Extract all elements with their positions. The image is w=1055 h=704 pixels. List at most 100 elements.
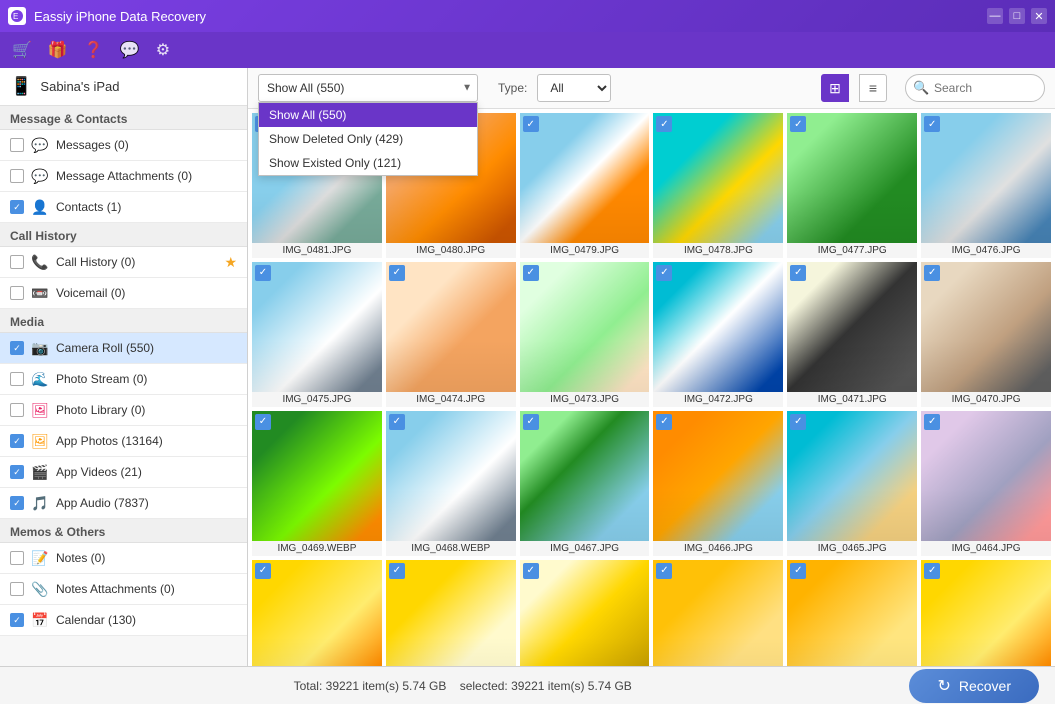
chat-icon-btn[interactable]: 💬 bbox=[120, 40, 140, 60]
photo-check[interactable]: ✓ bbox=[656, 414, 672, 430]
cart-icon-btn[interactable]: 🛒 bbox=[12, 40, 32, 60]
photo-check[interactable]: ✓ bbox=[389, 414, 405, 430]
sidebar-item-notes-attachments[interactable]: 📎 Notes Attachments (0) bbox=[0, 574, 247, 605]
recover-button[interactable]: ↻ Recover bbox=[909, 669, 1039, 703]
photo-item[interactable]: ✓IMG_0475.JPG bbox=[252, 262, 382, 407]
type-dropdown-container: All JPG PNG WEBP bbox=[537, 74, 611, 102]
sidebar-item-notes[interactable]: 📝 Notes (0) bbox=[0, 543, 247, 574]
photo-check[interactable]: ✓ bbox=[389, 563, 405, 579]
notes-checkbox[interactable] bbox=[10, 551, 24, 565]
photo-item[interactable]: ✓ IMG_0465.JPG bbox=[787, 411, 917, 556]
recover-label: Recover bbox=[959, 678, 1011, 694]
photo-item[interactable]: ✓IMG_0461.JPG bbox=[520, 560, 650, 666]
type-dropdown[interactable]: All JPG PNG WEBP bbox=[537, 74, 611, 102]
sidebar-item-messages[interactable]: 💬 Messages (0) bbox=[0, 130, 247, 161]
sidebar-item-photo-library[interactable]: 🖼 Photo Library (0) bbox=[0, 395, 247, 426]
photo-check[interactable]: ✓ bbox=[656, 563, 672, 579]
settings-icon-btn[interactable]: ⚙ bbox=[156, 40, 170, 60]
photo-item[interactable]: ✓IMG_0464.JPG bbox=[921, 411, 1051, 556]
photo-check[interactable]: ✓ bbox=[924, 414, 940, 430]
photo-name: IMG_0477.JPG bbox=[787, 243, 917, 258]
filter-dropdown[interactable]: Show All (550) Show Deleted Only (429) S… bbox=[258, 74, 478, 102]
call-history-checkbox[interactable] bbox=[10, 255, 24, 269]
app-audio-checkbox[interactable]: ✓ bbox=[10, 496, 24, 510]
sidebar-item-call-history[interactable]: 📞 Call History (0) ★ bbox=[0, 247, 247, 278]
sidebar-item-app-videos[interactable]: ✓ 🎬 App Videos (21) bbox=[0, 457, 247, 488]
photo-check[interactable]: ✓ bbox=[656, 116, 672, 132]
sidebar-item-voicemail[interactable]: 📼 Voicemail (0) bbox=[0, 278, 247, 309]
photo-check[interactable]: ✓ bbox=[790, 414, 806, 430]
list-view-btn[interactable]: ≡ bbox=[859, 74, 887, 102]
photo-item[interactable]: ✓IMG_0462.JPG bbox=[386, 560, 516, 666]
photo-check[interactable]: ✓ bbox=[924, 265, 940, 281]
photo-item[interactable]: ✓IMG_0467.JPG bbox=[520, 411, 650, 556]
notes-attachments-checkbox[interactable] bbox=[10, 582, 24, 596]
photo-item[interactable]: ✓IMG_0471.JPG bbox=[787, 262, 917, 407]
photo-check[interactable]: ✓ bbox=[790, 563, 806, 579]
sidebar-item-calendar[interactable]: ✓ 📅 Calendar (130) bbox=[0, 605, 247, 636]
photo-stream-checkbox[interactable] bbox=[10, 372, 24, 386]
photo-item[interactable]: ✓IMG_0458.JPG bbox=[921, 560, 1051, 666]
photo-item[interactable]: ✓IMG_0476.JPG bbox=[921, 113, 1051, 258]
gift-icon-btn[interactable]: 🎁 bbox=[48, 40, 68, 60]
minimize-btn[interactable]: — bbox=[987, 8, 1003, 24]
type-label: Type: bbox=[498, 81, 527, 95]
window-controls: — □ ✕ bbox=[987, 8, 1047, 24]
photo-item[interactable]: ✓ IMG_0477.JPG bbox=[787, 113, 917, 258]
voicemail-checkbox[interactable] bbox=[10, 286, 24, 300]
photo-check[interactable]: ✓ bbox=[523, 563, 539, 579]
photo-item[interactable]: ✓IMG_0479.JPG bbox=[520, 113, 650, 258]
photo-item[interactable]: ✓IMG_0468.WEBP bbox=[386, 411, 516, 556]
photo-check[interactable]: ✓ bbox=[523, 265, 539, 281]
app-photos-checkbox[interactable]: ✓ bbox=[10, 434, 24, 448]
photo-stream-label: Photo Stream (0) bbox=[56, 372, 237, 386]
message-attachments-checkbox[interactable] bbox=[10, 169, 24, 183]
contacts-checkbox[interactable]: ✓ bbox=[10, 200, 24, 214]
photo-check[interactable]: ✓ bbox=[255, 414, 271, 430]
photo-item[interactable]: ✓IMG_0469.WEBP bbox=[252, 411, 382, 556]
photo-check[interactable]: ✓ bbox=[656, 265, 672, 281]
search-input[interactable] bbox=[905, 74, 1045, 102]
maximize-btn[interactable]: □ bbox=[1009, 8, 1025, 24]
device-item[interactable]: 📱 Sabina's iPad bbox=[0, 68, 247, 106]
notes-attachments-icon: 📎 bbox=[30, 579, 50, 599]
photo-item[interactable]: ✓IMG_0466.JPG bbox=[653, 411, 783, 556]
photo-item[interactable]: ✓IMG_0459.JPG bbox=[787, 560, 917, 666]
sidebar-item-app-photos[interactable]: ✓ 🖼 App Photos (13164) bbox=[0, 426, 247, 457]
photo-check[interactable]: ✓ bbox=[924, 116, 940, 132]
photo-check[interactable]: ✓ bbox=[523, 116, 539, 132]
notes-icon: 📝 bbox=[30, 548, 50, 568]
grid-view-btn[interactable]: ⊞ bbox=[821, 74, 849, 102]
photo-check[interactable]: ✓ bbox=[790, 116, 806, 132]
sidebar-item-photo-stream[interactable]: 🌊 Photo Stream (0) bbox=[0, 364, 247, 395]
filter-option-deleted[interactable]: Show Deleted Only (429) bbox=[259, 127, 477, 151]
help-icon-btn[interactable]: ❓ bbox=[84, 40, 104, 60]
photo-item[interactable]: ✓IMG_0463.JPG bbox=[252, 560, 382, 666]
photo-item[interactable]: ✓IMG_0470.JPG bbox=[921, 262, 1051, 407]
sidebar-item-contacts[interactable]: ✓ 👤 Contacts (1) bbox=[0, 192, 247, 223]
photo-item[interactable]: ✓IMG_0478.JPG bbox=[653, 113, 783, 258]
messages-checkbox[interactable] bbox=[10, 138, 24, 152]
photo-item[interactable]: ✓IMG_0472.JPG bbox=[653, 262, 783, 407]
photo-check[interactable]: ✓ bbox=[523, 414, 539, 430]
app-title: Eassiy iPhone Data Recovery bbox=[34, 9, 987, 24]
camera-roll-checkbox[interactable]: ✓ bbox=[10, 341, 24, 355]
app-videos-checkbox[interactable]: ✓ bbox=[10, 465, 24, 479]
photo-item[interactable]: ✓IMG_0473.JPG bbox=[520, 262, 650, 407]
sidebar-item-app-audio[interactable]: ✓ 🎵 App Audio (7837) bbox=[0, 488, 247, 519]
filter-option-existed[interactable]: Show Existed Only (121) bbox=[259, 151, 477, 175]
photo-check[interactable]: ✓ bbox=[924, 563, 940, 579]
photo-library-checkbox[interactable] bbox=[10, 403, 24, 417]
close-btn[interactable]: ✕ bbox=[1031, 8, 1047, 24]
photo-check[interactable]: ✓ bbox=[255, 563, 271, 579]
sidebar-item-message-attachments[interactable]: 💬 Message Attachments (0) bbox=[0, 161, 247, 192]
photo-check[interactable]: ✓ bbox=[389, 265, 405, 281]
photo-item[interactable]: ✓IMG_0474.JPG bbox=[386, 262, 516, 407]
filter-option-all[interactable]: Show All (550) bbox=[259, 103, 477, 127]
photo-name: IMG_0465.JPG bbox=[787, 541, 917, 556]
calendar-checkbox[interactable]: ✓ bbox=[10, 613, 24, 627]
sidebar-item-camera-roll[interactable]: ✓ 📷 Camera Roll (550) bbox=[0, 333, 247, 364]
photo-item[interactable]: ✓IMG_0460.JPG bbox=[653, 560, 783, 666]
photo-check[interactable]: ✓ bbox=[255, 265, 271, 281]
photo-check[interactable]: ✓ bbox=[790, 265, 806, 281]
